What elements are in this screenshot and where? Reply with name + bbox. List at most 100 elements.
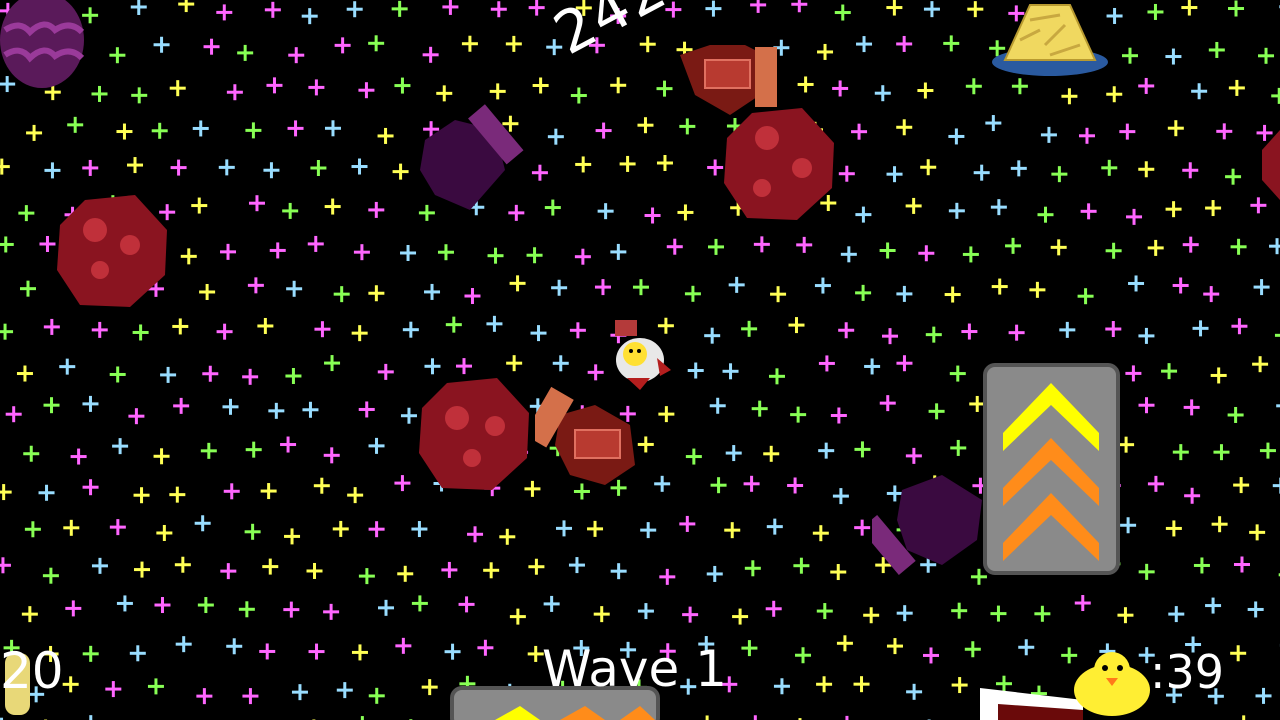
star-icon bbox=[1205, 200, 1222, 217]
star-icon bbox=[1050, 239, 1067, 256]
star-icon bbox=[684, 285, 701, 302]
star-icon bbox=[610, 243, 627, 260]
star-icon bbox=[659, 568, 676, 585]
star-icon bbox=[264, 1, 281, 18]
star-icon bbox=[705, 0, 722, 17]
star-icon bbox=[109, 366, 126, 383]
star-icon bbox=[853, 676, 870, 693]
star-icon bbox=[175, 636, 192, 653]
yellow-chick-icon bbox=[1074, 652, 1150, 716]
star-icon bbox=[154, 597, 171, 614]
star-icon bbox=[203, 38, 220, 55]
star-icon bbox=[1078, 127, 1095, 144]
star-icon bbox=[43, 397, 60, 414]
star-icon bbox=[377, 127, 394, 144]
star-icon bbox=[610, 563, 627, 580]
star-icon bbox=[886, 166, 903, 183]
star-icon bbox=[1230, 238, 1247, 255]
star-icon bbox=[39, 235, 56, 252]
star-icon bbox=[467, 526, 484, 543]
star-icon bbox=[920, 159, 937, 176]
star-icon bbox=[951, 677, 968, 694]
star-icon bbox=[874, 85, 891, 102]
star-icon bbox=[151, 122, 168, 139]
star-icon bbox=[324, 355, 341, 372]
fries-plate-icon bbox=[992, 4, 1108, 76]
star-icon bbox=[82, 645, 99, 662]
star-icon bbox=[532, 77, 549, 94]
star-icon bbox=[1228, 0, 1245, 17]
star-icon bbox=[879, 395, 896, 412]
star-icon bbox=[266, 77, 283, 94]
star-icon bbox=[314, 321, 331, 338]
star-icon bbox=[285, 367, 302, 384]
star-icon bbox=[323, 603, 340, 620]
star-icon bbox=[1230, 645, 1247, 662]
star-icon bbox=[950, 439, 967, 456]
star-icon bbox=[593, 606, 610, 623]
star-icon bbox=[791, 0, 808, 13]
star-icon bbox=[551, 279, 568, 296]
star-icon bbox=[0, 158, 10, 175]
star-icon bbox=[1247, 601, 1264, 618]
star-icon bbox=[411, 595, 428, 612]
star-icon bbox=[424, 283, 441, 300]
star-icon bbox=[1227, 406, 1244, 423]
star-icon bbox=[1037, 206, 1054, 223]
star-icon bbox=[1161, 363, 1178, 380]
star-icon bbox=[489, 83, 506, 100]
star-icon bbox=[1138, 563, 1155, 580]
star-icon bbox=[569, 322, 586, 339]
star-icon bbox=[220, 243, 237, 260]
star-icon bbox=[658, 406, 675, 423]
star-icon bbox=[985, 115, 1002, 132]
star-icon bbox=[706, 565, 723, 582]
red-enemy-ship bbox=[680, 45, 777, 115]
star-icon bbox=[461, 35, 478, 52]
red-enemy-ship bbox=[535, 386, 635, 485]
star-icon bbox=[790, 406, 807, 423]
star-icon bbox=[832, 80, 849, 97]
star-icon bbox=[223, 483, 240, 500]
star-icon bbox=[1165, 48, 1182, 65]
star-icon bbox=[574, 248, 591, 265]
star-icon bbox=[392, 163, 409, 180]
star-icon bbox=[1183, 399, 1200, 416]
star-icon bbox=[863, 607, 880, 624]
star-icon bbox=[226, 84, 243, 101]
star-icon bbox=[905, 447, 922, 464]
star-icon bbox=[795, 647, 812, 664]
star-icon bbox=[552, 355, 569, 372]
star-icon bbox=[1147, 239, 1164, 256]
star-icon bbox=[1208, 41, 1225, 58]
star-icon bbox=[334, 37, 351, 54]
star-icon bbox=[725, 445, 742, 462]
star-icon bbox=[587, 364, 604, 381]
star-icon bbox=[127, 157, 144, 174]
star-icon bbox=[464, 288, 481, 305]
star-icon bbox=[202, 365, 219, 382]
star-icon bbox=[728, 276, 745, 293]
star-icon bbox=[505, 35, 522, 52]
star-icon bbox=[973, 164, 990, 181]
star-icon bbox=[18, 205, 35, 222]
star-icon bbox=[483, 562, 500, 579]
star-icon bbox=[896, 119, 913, 136]
star-icon bbox=[682, 606, 699, 623]
star-icon bbox=[436, 85, 453, 102]
star-icon bbox=[260, 483, 277, 500]
star-icon bbox=[402, 321, 419, 338]
star-icon bbox=[26, 124, 43, 141]
star-icon bbox=[351, 644, 368, 661]
star-icon bbox=[1105, 242, 1122, 259]
star-icon bbox=[530, 325, 547, 342]
star-icon bbox=[324, 120, 341, 137]
star-icon bbox=[42, 567, 59, 584]
star-icon bbox=[1119, 123, 1136, 140]
star-icon bbox=[687, 362, 704, 379]
star-icon bbox=[685, 448, 702, 465]
star-icon bbox=[1228, 79, 1245, 96]
star-icon bbox=[506, 355, 523, 372]
star-icon bbox=[490, 1, 507, 18]
star-icon bbox=[153, 36, 170, 53]
